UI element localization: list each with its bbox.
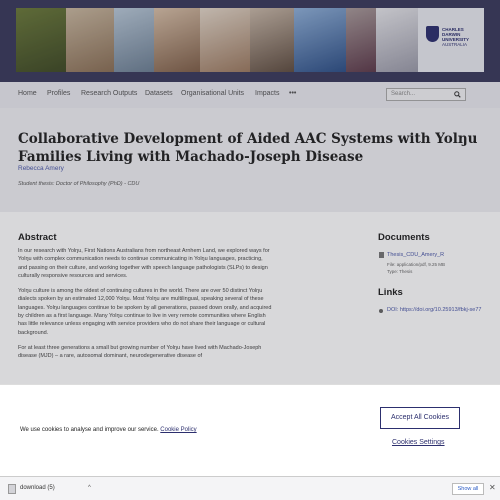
download-bar: download (5) ^ Show all ✕: [0, 476, 500, 500]
download-item[interactable]: download (5) ^: [6, 482, 96, 496]
download-filename: download (5): [20, 485, 55, 491]
cookies-settings-link[interactable]: Cookies Settings: [392, 439, 445, 446]
file-icon: [8, 484, 16, 494]
chevron-up-icon[interactable]: ^: [88, 485, 91, 491]
cookie-message: We use cookies to analyse and improve ou…: [20, 427, 197, 433]
cookie-policy-link[interactable]: Cookie Policy: [160, 427, 196, 433]
accept-all-cookies-button[interactable]: Accept All Cookies: [380, 407, 460, 429]
close-icon[interactable]: ✕: [489, 483, 496, 492]
modal-overlay: [0, 0, 500, 384]
cookie-banner: We use cookies to analyse and improve ou…: [0, 384, 500, 476]
show-all-button[interactable]: Show all: [452, 483, 484, 495]
